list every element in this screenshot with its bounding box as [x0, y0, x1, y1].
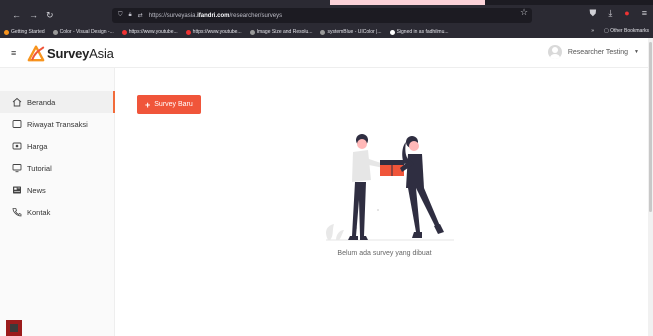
bookmark-item[interactable]: Image Size and Resolu...: [249, 29, 312, 35]
chevron-down-icon: ▼: [634, 49, 639, 55]
bookmark-item[interactable]: Color - Visual Design -...: [52, 29, 114, 35]
bookmark-item[interactable]: https://www.youtube...: [185, 29, 242, 35]
sidebar-item-label: Kontak: [27, 207, 51, 217]
bookmark-item[interactable]: Signed in as fadhilmu...: [389, 29, 449, 35]
reload-icon[interactable]: ↻: [46, 10, 54, 21]
bookmarks-overflow: » ▢ Other Bookmarks: [591, 28, 649, 34]
new-survey-label: Survey Baru: [154, 101, 193, 108]
scrollbar-thumb[interactable]: [649, 42, 652, 212]
hamburger-menu-icon[interactable]: ≡: [11, 48, 16, 58]
extension-icon[interactable]: ●: [624, 8, 629, 19]
sidebar-item-tutorial[interactable]: Tutorial: [0, 157, 115, 179]
phone-icon: [12, 208, 22, 217]
pocket-icon[interactable]: ⛊: [590, 8, 597, 19]
sidebar-item-label: News: [27, 185, 46, 195]
lock-icon: 🔒︎: [128, 12, 132, 18]
browser-toolbar: ← → ↻ ⛉ 🔒︎ ⇄ https://surveyasia.ifandri.…: [0, 5, 653, 26]
logo-text: SurveyAsia: [47, 45, 114, 61]
permissions-icon: ⇄: [137, 13, 143, 19]
user-name: Researcher Testing: [567, 48, 629, 56]
bookmark-item[interactable]: https://www.youtube...: [121, 29, 178, 35]
price-tag-icon: [12, 142, 22, 150]
home-icon: [12, 97, 22, 107]
sidebar-item-label: Tutorial: [27, 163, 52, 173]
forward-icon[interactable]: →: [29, 10, 38, 21]
back-icon[interactable]: ←: [12, 10, 21, 21]
newspaper-icon: [13, 186, 21, 194]
url-text: https://surveyasia.ifandri.com/researche…: [148, 12, 283, 19]
chevron-right-icon[interactable]: »: [591, 28, 594, 34]
bookmark-item[interactable]: Getting Started: [4, 29, 45, 35]
other-bookmarks[interactable]: ▢ Other Bookmarks: [604, 28, 649, 34]
sidebar-item-beranda[interactable]: Beranda: [0, 91, 115, 113]
sidebar: Beranda Riwayat Transaksi Harga Tutorial…: [0, 68, 115, 336]
address-bar[interactable]: ⛉ 🔒︎ ⇄ https://surveyasia.ifandri.com/re…: [112, 8, 532, 23]
monitor-icon: [12, 164, 22, 173]
sidebar-item-kontak[interactable]: Kontak: [0, 201, 115, 223]
receipt-icon: [12, 120, 22, 128]
sidebar-item-label: Harga: [27, 141, 48, 151]
new-survey-button[interactable]: + Survey Baru: [137, 95, 201, 114]
shield-icon: ⛉: [118, 12, 123, 18]
menu-icon[interactable]: ≡: [642, 8, 647, 19]
plus-icon: +: [145, 99, 151, 110]
nav-buttons: ← → ↻: [0, 10, 110, 21]
sidebar-item-label: Riwayat Transaksi: [27, 119, 88, 129]
main-content: + Survey Baru Belum ada survey yang dibu…: [116, 68, 653, 336]
avatar: [547, 45, 562, 59]
sidebar-item-riwayat-transaksi[interactable]: Riwayat Transaksi: [0, 113, 115, 135]
sidebar-item-label: Beranda: [27, 97, 56, 107]
user-menu[interactable]: Researcher Testing ▼: [547, 45, 639, 59]
sidebar-item-harga[interactable]: Harga: [0, 135, 115, 157]
logo-icon: [27, 45, 45, 62]
bookmark-star-icon[interactable]: ☆: [520, 7, 528, 18]
empty-state-message: Belum ada survey yang dibuat: [337, 250, 432, 257]
bookmark-item[interactable]: systemBlue - UIColor |...: [320, 29, 382, 35]
taskbar-app-icon[interactable]: [6, 320, 22, 336]
page-scrollbar[interactable]: [648, 38, 653, 336]
sidebar-item-news[interactable]: News: [0, 179, 115, 201]
toolbar-right-icons: ⛊ ⤓ ● ≡: [590, 8, 647, 19]
empty-state-illustration: [326, 134, 454, 241]
download-icon[interactable]: ⤓: [608, 8, 612, 19]
logo[interactable]: SurveyAsia: [27, 44, 114, 62]
bookmarks-bar: Getting Started Color - Visual Design -.…: [0, 26, 653, 38]
app-header: ≡ SurveyAsia Researcher Testing ▼: [0, 38, 653, 68]
